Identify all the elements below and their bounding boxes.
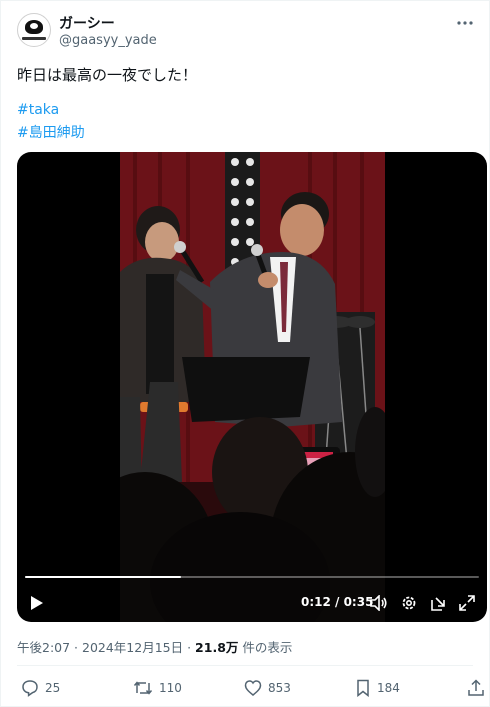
volume-icon (370, 595, 387, 611)
share-button[interactable] (467, 678, 485, 698)
heart-icon (244, 680, 262, 696)
tweet-text: 昨日は最高の一夜でした！ (17, 66, 198, 84)
channel-logo-wordmark (22, 37, 46, 40)
video-progress-fill (25, 576, 181, 578)
retweet-count: 110 (159, 681, 182, 695)
tweet-time[interactable]: 午後2:07 (17, 640, 70, 655)
play-button[interactable] (27, 592, 47, 614)
settings-button[interactable] (399, 592, 419, 614)
volume-button[interactable] (369, 592, 389, 614)
author-display-name[interactable]: ガーシー (59, 13, 115, 33)
like-count: 853 (268, 681, 291, 695)
views-label: 件の表示 (238, 640, 293, 655)
fullscreen-icon (459, 595, 475, 611)
meta-separator: · (183, 640, 196, 655)
video-player[interactable]: 0:12 / 0:35 (17, 152, 487, 622)
popout-button[interactable] (429, 592, 449, 614)
retweet-button[interactable]: 110 (133, 678, 182, 698)
tweet-meta: 午後2:07 · 2024年12月15日 · 21.8万 件の表示 (17, 637, 292, 656)
hashtag-link[interactable]: #島田紳助 (17, 122, 85, 142)
share-icon (468, 679, 484, 696)
video-time-readout: 0:12 / 0:35 (301, 595, 374, 609)
reply-button[interactable]: 25 (21, 678, 60, 698)
bookmark-icon (357, 679, 369, 697)
avatar[interactable] (17, 13, 51, 47)
reply-icon (22, 680, 38, 697)
author-handle[interactable]: @gaasyy_yade (59, 33, 157, 48)
views-count[interactable]: 21.8万 (195, 640, 238, 655)
divider (17, 665, 473, 666)
like-button[interactable]: 853 (244, 678, 291, 698)
fullscreen-button[interactable] (457, 592, 477, 614)
tweet-card: ガーシー @gaasyy_yade 昨日は最高の一夜でした！ #taka #島田… (0, 0, 490, 707)
meta-separator: · (70, 640, 82, 655)
bookmark-button[interactable]: 184 (355, 678, 400, 698)
video-progress-bar[interactable] (25, 576, 479, 578)
tweet-date[interactable]: 2024年12月15日 (82, 640, 183, 655)
retweet-icon (133, 681, 153, 695)
popout-icon (431, 597, 445, 611)
hashtag-link[interactable]: #taka (17, 102, 59, 118)
more-options-icon[interactable] (455, 13, 475, 33)
bookmark-count: 184 (377, 681, 400, 695)
channel-logo-icon (25, 20, 43, 34)
video-frame[interactable] (120, 152, 385, 622)
play-icon (31, 596, 43, 610)
settings-icon (402, 596, 416, 610)
reply-count: 25 (45, 681, 61, 695)
